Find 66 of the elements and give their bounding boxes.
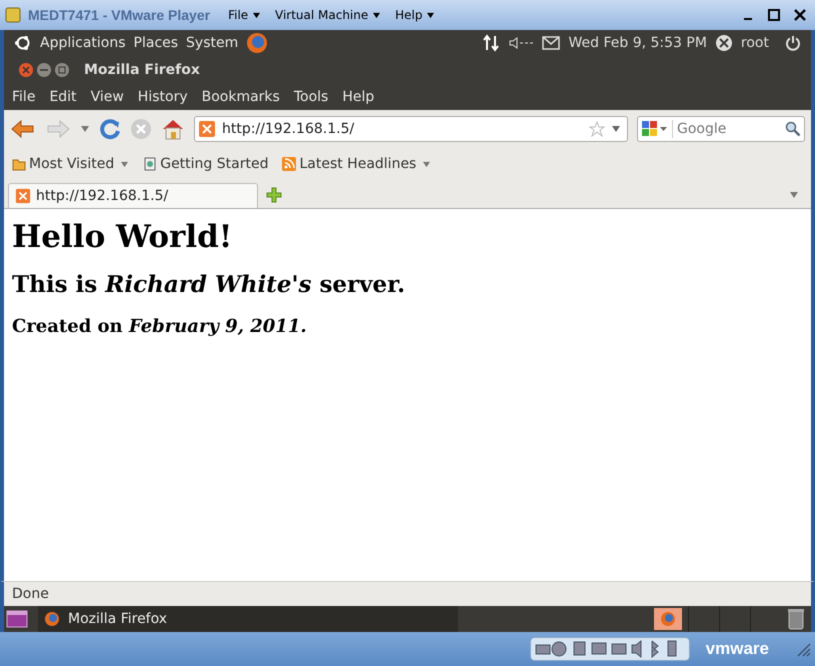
search-bar[interactable]: Google [637,116,805,142]
status-text: Done [12,586,49,602]
search-engine-icon[interactable] [641,120,669,138]
caret-icon [426,12,436,19]
panel-menu[interactable]: System [186,35,238,51]
back-arrow-icon[interactable] [10,118,36,140]
panel-menu[interactable]: Applications [40,35,126,51]
menu-item[interactable]: Bookmarks [202,89,280,105]
rss-feed-icon [282,157,296,171]
bookmark-item[interactable]: Latest Headlines [282,156,432,172]
menu-button[interactable]: File [228,8,261,22]
folder-icon [12,157,26,171]
menu-item[interactable]: Tools [294,89,328,105]
star-icon[interactable] [589,121,605,137]
power-icon[interactable] [785,35,801,51]
created-date-text: Created on February 9, 2011. [12,316,308,337]
clock[interactable]: Wed Feb 9, 5:53 PM [568,35,707,51]
window-title: MEDT7471 - VMware Player [28,7,210,23]
show-desktop-icon[interactable] [6,610,28,628]
panel-menu[interactable]: Places [134,35,178,51]
trash-icon[interactable] [787,608,805,630]
new-tab-plus-icon[interactable] [266,187,282,203]
caret-icon [422,160,432,168]
caret-icon [252,12,261,19]
device-status-icons-drawing[interactable] [530,637,690,661]
caret-icon [120,160,130,168]
reload-icon[interactable] [99,118,121,140]
tab-list-caret-icon[interactable] [789,191,799,199]
window-title: Mozilla Firefox [84,62,200,78]
address-bar[interactable]: http://192.168.1.5/ [194,116,628,142]
url-text: http://192.168.1.5/ [222,121,356,137]
vmware-logo: vmware [706,639,769,659]
ubuntu-logo-icon[interactable] [14,34,32,52]
dropdown-caret-icon[interactable] [80,125,90,133]
user-status-icon[interactable] [714,34,733,52]
menu-item[interactable]: View [90,89,124,105]
menu-item[interactable]: History [138,89,188,105]
bookmark-item[interactable]: Most Visited [12,156,130,172]
menu-button[interactable]: Help [395,8,436,22]
menu-item[interactable]: Edit [49,89,77,105]
window-controls-icon[interactable] [18,62,72,78]
speaker-icon[interactable] [508,35,534,51]
network-arrows-icon[interactable] [482,34,500,52]
envelope-icon[interactable] [542,36,560,50]
user-name[interactable]: root [740,35,769,51]
dropdown-caret-icon[interactable] [611,125,621,133]
page-subheading: This is Richard White's server. [12,271,406,298]
menu-item[interactable]: File [12,89,36,105]
page-heading: Hello World! [12,219,234,255]
menu-button[interactable]: Virtual Machine [275,8,382,22]
close-icon[interactable] [793,8,807,22]
search-icon[interactable] [785,121,801,137]
taskbar-item[interactable]: Mozilla Firefox [38,606,458,632]
site-favicon-icon [15,188,31,204]
bookmark-item[interactable]: Getting Started [143,156,268,172]
app-logo-icon [4,6,22,24]
caret-icon [372,12,382,19]
globe-icon [44,611,60,627]
maximize-icon[interactable] [767,8,781,22]
globe-icon[interactable] [246,32,268,54]
menu-item[interactable]: Help [342,89,374,105]
site-favicon-icon [198,120,216,138]
browser-tab[interactable]: http://192.168.1.5/ [8,183,258,208]
resize-grip-icon[interactable] [795,641,811,657]
page-icon [143,157,158,171]
home-icon[interactable] [161,118,185,140]
